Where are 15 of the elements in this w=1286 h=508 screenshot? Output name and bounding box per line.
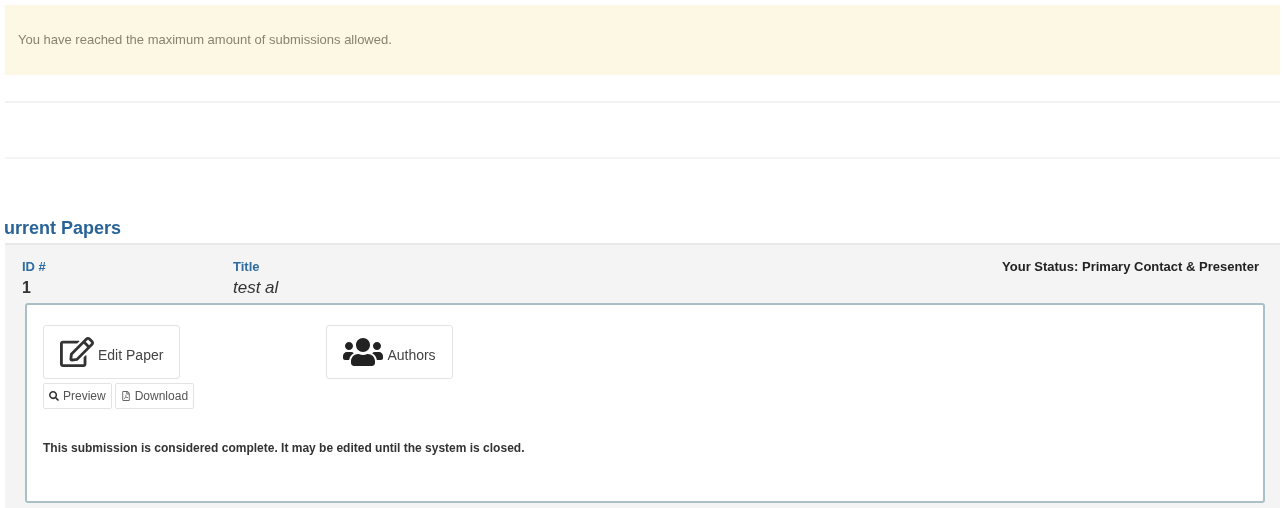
paper-id: 1: [22, 278, 32, 298]
preview-button[interactable]: Preview: [43, 383, 112, 409]
status-text: Your Status: Primary Contact & Presenter: [1002, 258, 1260, 276]
authors-button[interactable]: Authors: [326, 325, 453, 379]
title-label: Title: [233, 258, 261, 276]
paper-title: test al: [233, 277, 280, 299]
download-button[interactable]: Download: [114, 383, 195, 409]
id-label: ID #: [22, 258, 47, 276]
edit-icon: [60, 335, 94, 369]
document-icon: [120, 391, 131, 401]
alert-message: You have reached the maximum amount of submissions allowed.: [18, 31, 392, 50]
edit-paper-button[interactable]: Edit Paper: [43, 325, 181, 379]
completion-note: This submission is considered complete. It may be edited until the system is closed.: [43, 440, 526, 457]
section-heading: urrent Papers: [4, 217, 123, 239]
search-icon: [49, 391, 59, 401]
